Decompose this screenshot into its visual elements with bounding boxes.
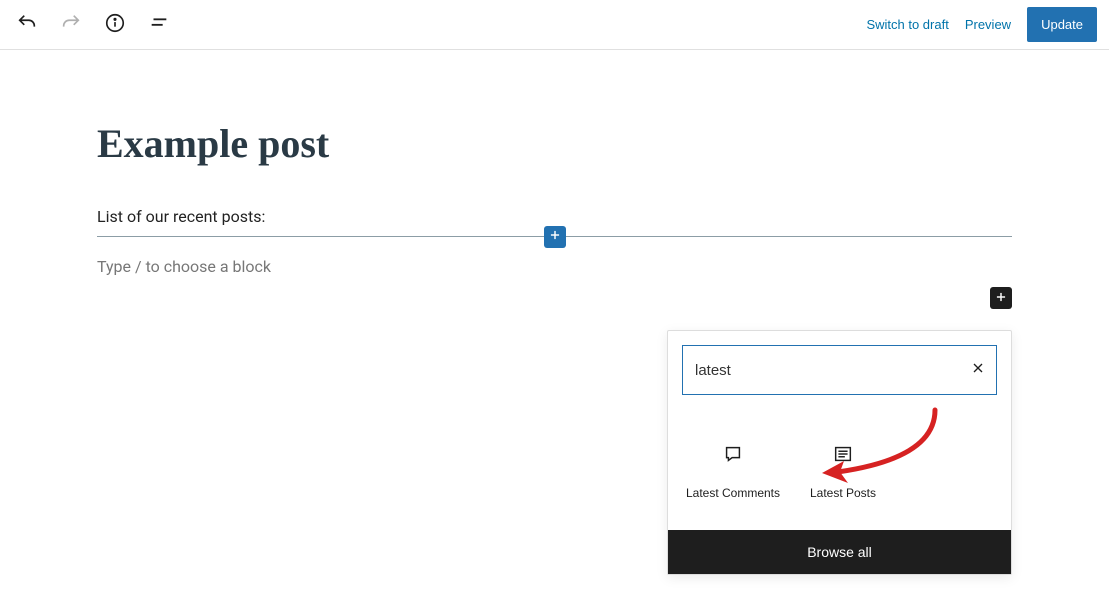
- outline-button[interactable]: [144, 8, 174, 41]
- plus-icon: [548, 228, 562, 245]
- posts-list-icon: [832, 443, 854, 468]
- comment-icon: [722, 443, 744, 468]
- post-title[interactable]: Example post: [97, 120, 1012, 167]
- search-clear-button[interactable]: [970, 360, 986, 381]
- toolbar-left: [12, 8, 174, 41]
- toolbar-right: Switch to draft Preview Update: [866, 7, 1097, 42]
- block-placeholder-text[interactable]: Type / to choose a block: [97, 257, 271, 276]
- details-button[interactable]: [100, 8, 130, 41]
- plus-icon: [994, 290, 1008, 307]
- update-button[interactable]: Update: [1027, 7, 1097, 42]
- info-icon: [104, 12, 126, 37]
- block-search-box: [682, 345, 997, 395]
- redo-button[interactable]: [56, 8, 86, 41]
- editor-content: Example post List of our recent posts: T…: [0, 50, 1109, 276]
- block-divider: [97, 236, 1012, 237]
- block-search-input[interactable]: [693, 354, 970, 387]
- add-block-button[interactable]: [990, 287, 1012, 309]
- undo-icon: [16, 12, 38, 37]
- block-results-grid: Latest Comments Latest Posts: [668, 409, 1011, 530]
- switch-to-draft-button[interactable]: Switch to draft: [866, 17, 948, 32]
- close-icon: [970, 360, 986, 381]
- outline-icon: [148, 12, 170, 37]
- block-item-latest-comments[interactable]: Latest Comments: [678, 439, 788, 506]
- block-item-label: Latest Comments: [686, 486, 780, 502]
- block-inserter-popover: Latest Comments Latest Posts Browse all: [667, 330, 1012, 575]
- browse-all-button[interactable]: Browse all: [668, 530, 1011, 574]
- add-block-inline-button[interactable]: [544, 226, 566, 248]
- block-item-latest-posts[interactable]: Latest Posts: [788, 439, 898, 506]
- editor-toolbar: Switch to draft Preview Update: [0, 0, 1109, 50]
- preview-button[interactable]: Preview: [965, 17, 1011, 32]
- undo-button[interactable]: [12, 8, 42, 41]
- block-item-label: Latest Posts: [810, 486, 876, 502]
- redo-icon: [60, 12, 82, 37]
- empty-block-row: Type / to choose a block: [97, 257, 1012, 276]
